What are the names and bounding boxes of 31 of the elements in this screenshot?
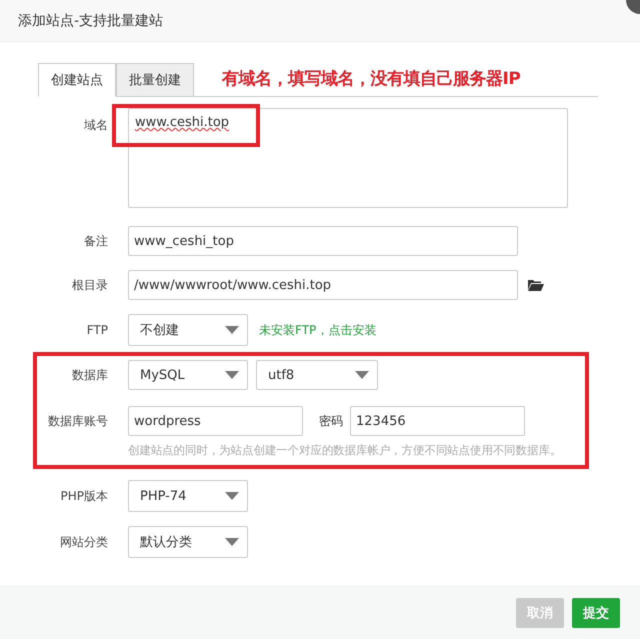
folder-icon[interactable] <box>528 279 544 291</box>
caret-icon <box>225 326 239 334</box>
input-field[interactable]: www_ceshi_top <box>128 226 518 256</box>
caret-icon <box>355 371 369 379</box>
dropdown[interactable]: PHP-74 <box>128 480 248 512</box>
field-label: 数据库账号 <box>47 412 109 430</box>
field-label: 域名 <box>83 117 109 134</box>
dropdown[interactable]: 不创建 <box>128 314 248 346</box>
input-field[interactable]: 123456 <box>350 406 525 436</box>
caret-icon <box>225 371 239 379</box>
dropdown[interactable]: 默认分类 <box>128 526 248 558</box>
field-label: 网站分类 <box>59 534 109 550</box>
field-label: 数据库 <box>71 366 109 384</box>
hint-text: 创建站点的同时，为站点创建一个对应的数据库帐户，方便不同站点使用不同数据库。 <box>127 443 562 458</box>
field-label: 备注 <box>83 232 109 250</box>
field-label: 密码 <box>319 412 343 430</box>
field-label: 根目录 <box>71 276 109 294</box>
field-label: PHP版本 <box>60 488 109 504</box>
text-area[interactable]: www.ceshi.top <box>128 108 568 208</box>
window-title: 添加站点-支持批量建站 <box>18 12 164 30</box>
tab[interactable]: 创建站点 <box>38 63 116 97</box>
input-field[interactable]: wordpress <box>128 406 303 436</box>
tab[interactable]: 批量创建 <box>116 63 194 97</box>
annotation-text: 有域名，填写域名，没有填自己服务器IP <box>222 68 520 90</box>
close-icon[interactable] <box>625 0 640 14</box>
input-field[interactable]: /www/wwwroot/www.ceshi.top <box>128 270 518 300</box>
dropdown[interactable]: MySQL <box>128 360 248 390</box>
caret-icon <box>225 538 239 546</box>
dropdown[interactable]: utf8 <box>256 360 378 390</box>
caret-icon <box>225 492 239 500</box>
field-label: FTP <box>86 323 109 337</box>
